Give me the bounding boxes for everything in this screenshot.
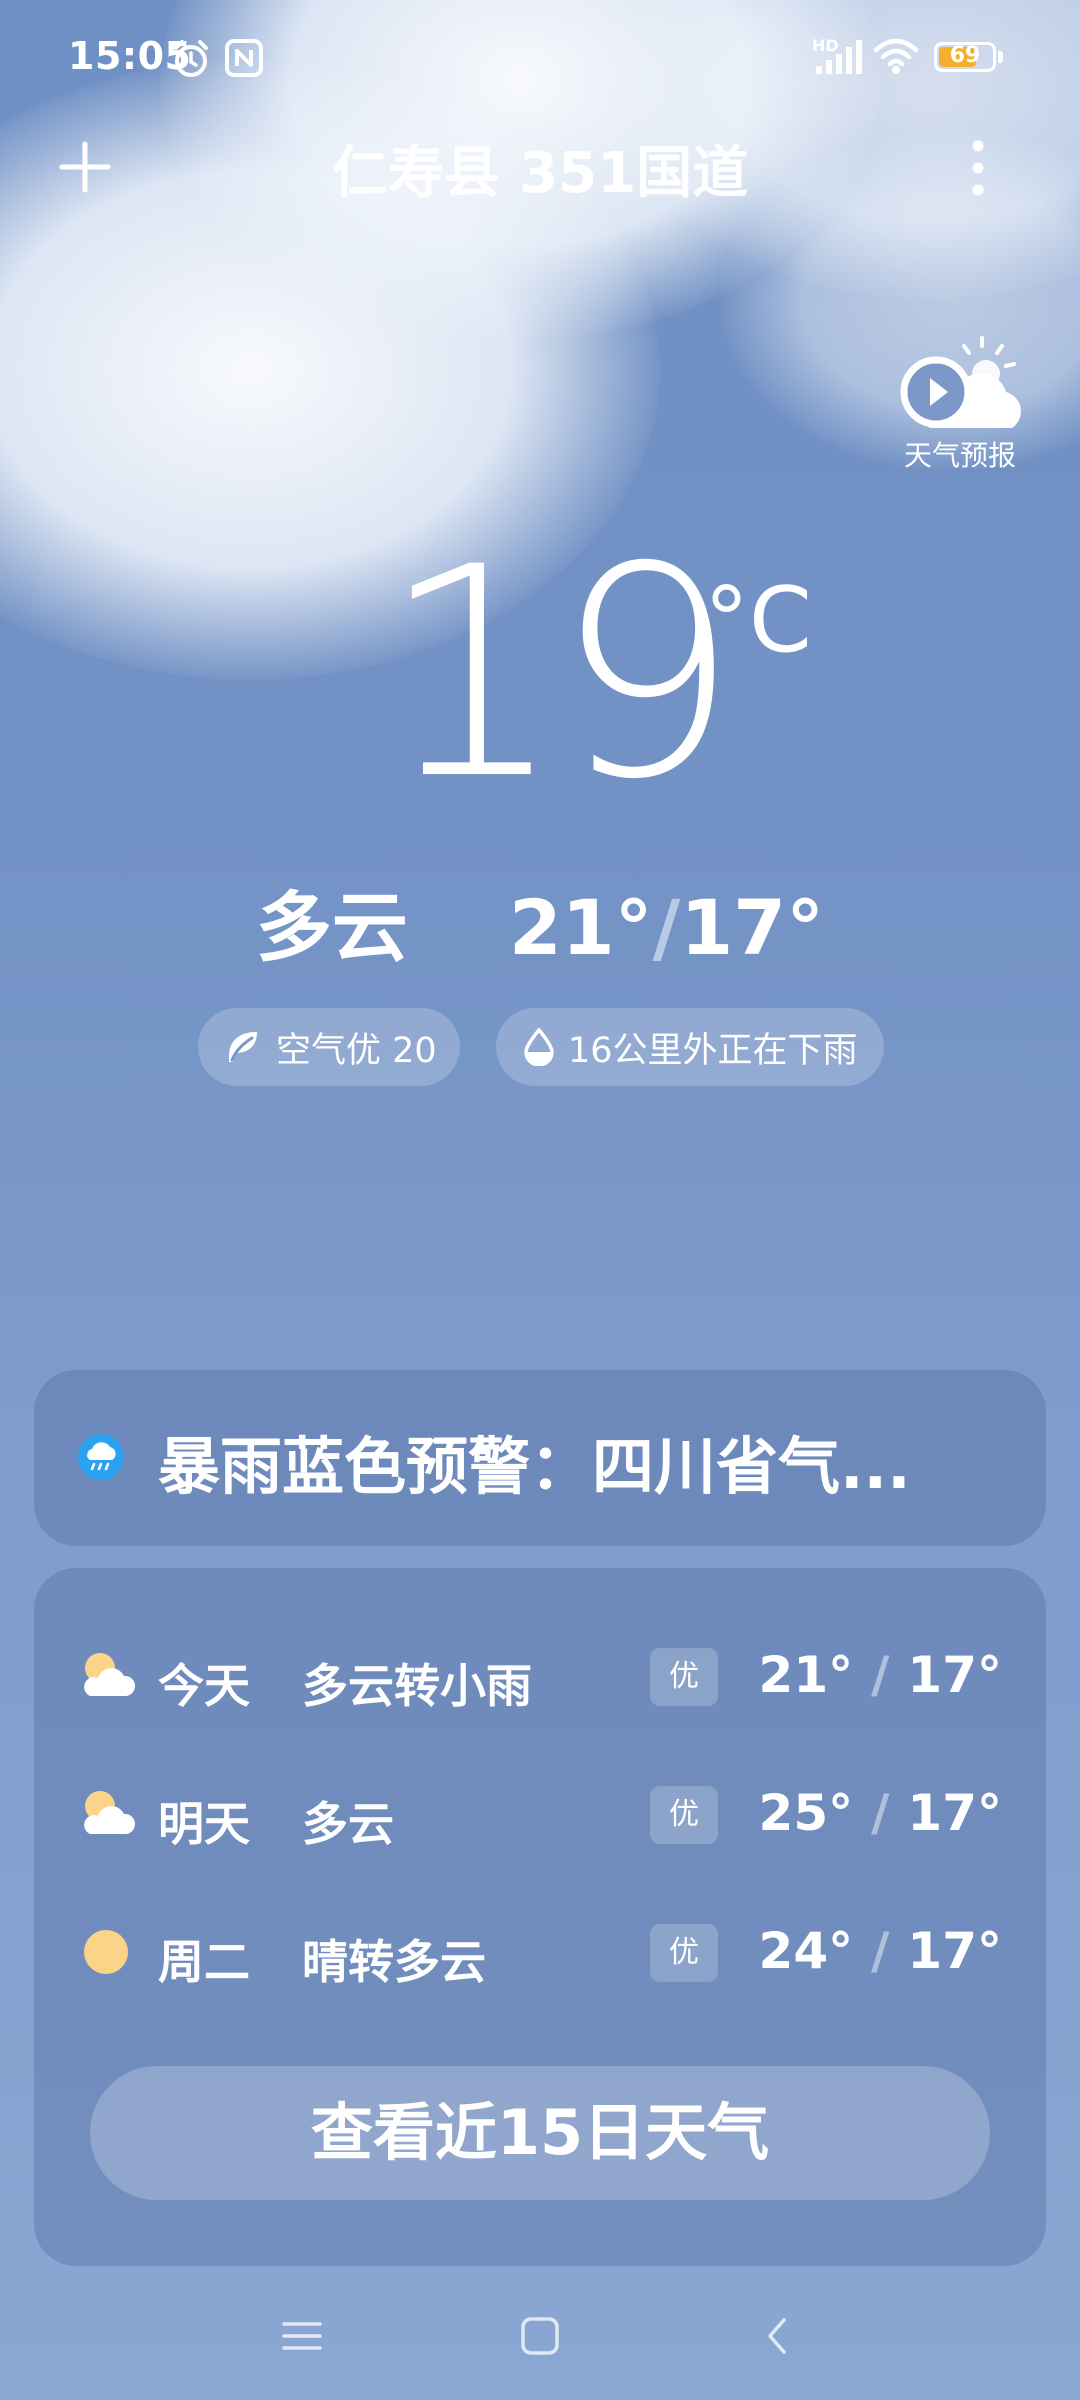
leaf-icon [229,1032,257,1062]
today-high: 21° [508,883,653,972]
current-condition-line: 多云 21°/17° [0,866,1080,976]
back-icon[interactable] [752,2310,804,2362]
forecast-day-label: 明天 多云 [158,1788,394,1854]
forecast-row-tomorrow[interactable]: 明天 多云 优 25° / 17° [34,1764,1046,1864]
more-options-icon[interactable] [960,138,996,198]
forecast-temp-separator: / [871,1646,890,1704]
status-bar: 15:05 HD 69 [0,0,1080,120]
forecast-row-today[interactable]: 今天 多云转小雨 优 21° / 17° [34,1626,1046,1726]
current-condition: 多云 [255,883,408,972]
forecast-high: 21° [758,1646,854,1704]
battery-indicator: 69 [934,42,996,72]
forecast-day-label: 周二 晴转多云 [158,1926,486,1992]
forecast-temps: 25° / 17° [759,1784,1002,1842]
battery-level: 69 [949,43,981,68]
today-low: 17° [680,883,825,972]
location-title[interactable]: 仁寿县 351国道 [240,128,840,209]
aqi-badge: 优 [650,1648,718,1706]
forecast-card: 今天 多云转小雨 优 21° / 17° 明天 多云 优 25° / 17° 周二 晴转… [34,1568,1046,2266]
forecast-low: 17° [907,1784,1002,1842]
forecast-high: 25° [758,1784,854,1842]
sun-icon [84,1930,128,1974]
forecast-low: 17° [907,1922,1002,1980]
wifi-icon [873,38,919,74]
forecast-day: 明天 [158,1797,250,1851]
forecast-high: 24° [758,1922,854,1980]
range-separator: / [652,883,681,972]
air-quality-label: 空气优 20 [276,1030,437,1071]
alert-text: 暴雨蓝色预警：四川省气... [158,1430,911,1503]
add-city-button[interactable] [58,140,112,194]
forecast-low: 17° [907,1646,1002,1704]
forecast-temps: 21° / 17° [759,1646,1002,1704]
view-15-day-button[interactable]: 查看近15日天气 [90,2066,990,2200]
air-quality-chip[interactable]: 空气优 20 [198,1008,460,1086]
navigation-bar [0,2290,1080,2380]
partly-cloudy-icon [84,1653,136,1696]
rain-warning-icon [78,1434,124,1480]
forecast-temps: 24° / 17° [759,1922,1002,1980]
weather-video-label[interactable]: 天气预报 [880,434,1040,474]
weather-alert-card[interactable]: 暴雨蓝色预警：四川省气... [34,1370,1046,1546]
forecast-day: 今天 [158,1659,250,1713]
forecast-condition: 多云 [302,1797,395,1851]
menu-icon[interactable] [276,2310,328,2362]
current-temperature: 19 [380,506,739,843]
rain-nearby-label: 16公里外正在下雨 [568,1030,858,1071]
partly-cloudy-icon [84,1791,136,1834]
home-icon[interactable] [514,2310,566,2362]
forecast-temp-separator: / [871,1784,890,1842]
aqi-badge: 优 [650,1786,718,1844]
battery-tip [998,51,1003,63]
forecast-day: 周二 [158,1935,250,1989]
rain-nearby-chip[interactable]: 16公里外正在下雨 [496,1008,884,1086]
forecast-row-day3[interactable]: 周二 晴转多云 优 24° / 17° [34,1902,1046,2002]
forecast-day-label: 今天 多云转小雨 [158,1650,532,1716]
raindrop-icon [524,1028,554,1066]
forecast-condition: 晴转多云 [302,1935,487,1989]
aqi-badge: 优 [650,1924,718,1982]
signal-icon [816,40,862,74]
temperature-unit: °C [704,568,812,673]
alarm-icon [174,40,208,77]
nfc-icon [225,39,263,77]
forecast-temp-separator: / [871,1922,890,1980]
forecast-condition: 多云转小雨 [302,1659,533,1713]
